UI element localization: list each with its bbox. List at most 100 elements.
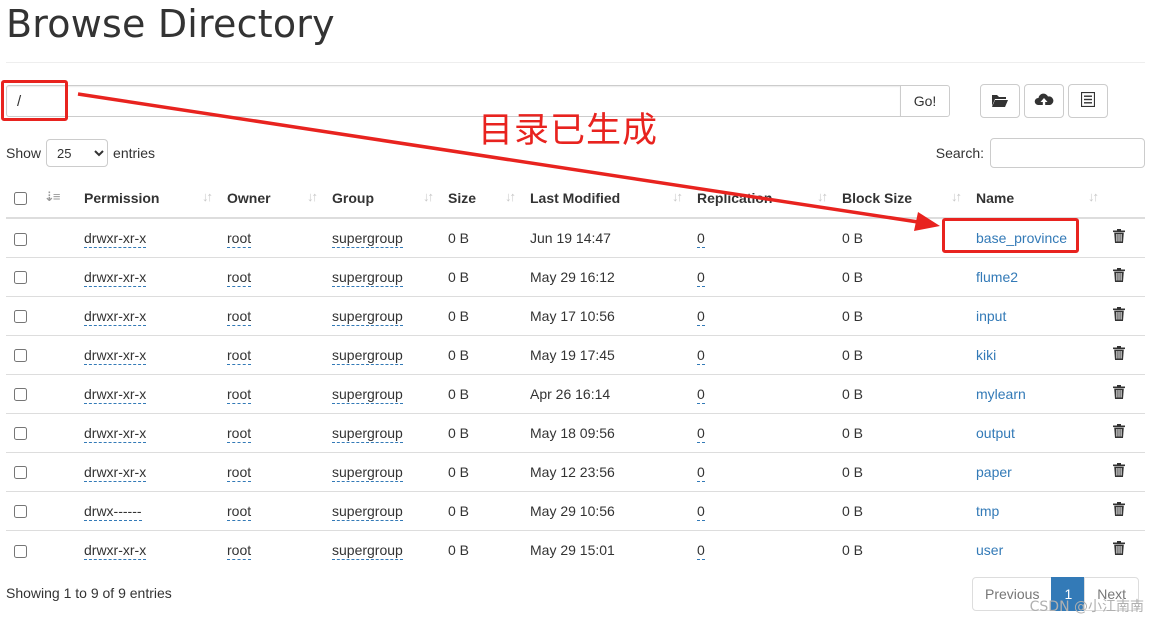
create-directory-button[interactable] [980,84,1020,118]
go-button[interactable]: Go! [900,85,950,117]
file-name-link[interactable]: flume2 [976,269,1018,285]
replication-value[interactable]: 0 [697,463,705,482]
replication-value[interactable]: 0 [697,385,705,404]
row-select-cell [6,490,36,530]
sort-icon: ↓↑ [817,189,828,204]
permission-cell: drwxr-xr-x [76,218,219,257]
entries-select[interactable]: 25 [46,139,109,167]
owner-value[interactable]: root [227,268,252,287]
size-cell: 0 B [448,229,470,246]
name-cell: user [968,529,1105,569]
replication-value[interactable]: 0 [697,346,705,365]
row-checkbox[interactable] [14,427,27,441]
annotation-text: 目录已生成 [478,111,659,151]
group-value[interactable]: supergroup [332,463,403,482]
row-checkbox[interactable] [14,349,27,363]
trash-icon[interactable] [1113,385,1125,399]
group-value[interactable]: supergroup [332,268,403,287]
row-checkbox[interactable] [14,310,27,324]
permission-value[interactable]: drwxr-xr-x [84,229,147,248]
owner-value[interactable]: root [227,424,252,443]
upload-button[interactable] [1024,84,1064,118]
column-header-owner[interactable]: Owner ↓↑ [219,178,324,219]
row-checkbox[interactable] [14,466,27,480]
trash-icon[interactable] [1113,541,1125,556]
row-checkbox[interactable] [14,544,27,558]
cut-paste-button[interactable] [1068,84,1108,118]
group-value[interactable]: supergroup [332,229,403,248]
select-all-checkbox[interactable] [14,192,27,206]
trash-icon[interactable] [1113,268,1125,282]
trash-icon[interactable] [1113,346,1125,360]
path-input[interactable] [6,85,900,117]
owner-value[interactable]: root [227,307,252,326]
file-name-link[interactable]: user [976,542,1003,558]
permission-value[interactable]: drwxr-xr-x [84,541,147,560]
trash-icon[interactable] [1113,424,1125,438]
name-cell: tmp [968,490,1105,530]
group-value[interactable]: supergroup [332,502,403,521]
search-control: Search: [936,138,1145,168]
sort-icon: ↓↑ [672,189,683,204]
search-input[interactable] [990,138,1145,168]
permission-value[interactable]: drwx------ [84,502,142,521]
column-header-group[interactable]: Group ↓↑ [324,178,440,219]
trash-icon[interactable] [1113,502,1125,516]
group-cell: supergroup [324,334,440,374]
file-name-link[interactable]: output [976,425,1015,441]
column-header-block-size[interactable]: Block Size ↓↑ [834,178,968,219]
owner-value[interactable]: root [227,385,252,404]
group-value[interactable]: supergroup [332,385,403,404]
column-header-size[interactable]: Size ↓↑ [440,178,522,219]
replication-value[interactable]: 0 [697,424,705,443]
owner-value[interactable]: root [227,463,252,482]
file-name-link[interactable]: paper [976,464,1012,480]
column-header-permission[interactable]: Permission ↓↑ [76,178,219,219]
group-value[interactable]: supergroup [332,424,403,443]
group-cell: supergroup [324,490,440,530]
owner-value[interactable]: root [227,541,252,560]
table-row: drwxr-xr-x root supergroup 0 B Apr 26 16:14 0… [6,373,1145,413]
replication-value[interactable]: 0 [697,268,705,287]
group-value[interactable]: supergroup [332,541,403,560]
column-label: Size [448,189,477,206]
row-checkbox[interactable] [14,232,27,246]
permission-value[interactable]: drwxr-xr-x [84,463,147,482]
spacer-cell [36,490,76,530]
group-value[interactable]: supergroup [332,307,403,326]
sort-header[interactable]: ⇣≡ [36,178,76,219]
replication-value[interactable]: 0 [697,502,705,521]
owner-value[interactable]: root [227,346,252,365]
permission-value[interactable]: drwxr-xr-x [84,268,147,287]
permission-value[interactable]: drwxr-xr-x [84,307,147,326]
row-checkbox[interactable] [14,505,27,519]
spacer-cell [36,451,76,491]
file-name-link[interactable]: kiki [976,347,996,363]
permission-value[interactable]: drwxr-xr-x [84,385,147,404]
delete-cell [1105,295,1145,335]
row-select-cell [6,334,36,374]
replication-value[interactable]: 0 [697,541,705,560]
file-name-link[interactable]: mylearn [976,386,1026,402]
trash-icon[interactable] [1113,307,1125,321]
row-checkbox[interactable] [14,271,27,285]
replication-cell: 0 [689,451,834,491]
show-label: Show [6,145,42,161]
column-header-replication[interactable]: Replication ↓↑ [689,178,834,219]
column-header-last-modified[interactable]: Last Modified ↓↑ [522,178,689,219]
row-checkbox[interactable] [14,388,27,402]
owner-value[interactable]: root [227,502,252,521]
trash-icon[interactable] [1113,463,1125,477]
file-name-link[interactable]: input [976,308,1006,324]
permission-value[interactable]: drwxr-xr-x [84,424,147,443]
replication-value[interactable]: 0 [697,307,705,326]
owner-value[interactable]: root [227,229,252,248]
table-info: Showing 1 to 9 of 9 entries [6,585,172,601]
trash-icon[interactable] [1113,229,1125,244]
file-name-link[interactable]: tmp [976,503,999,519]
group-cell: supergroup [324,451,440,491]
replication-value[interactable]: 0 [697,229,705,248]
column-header-name[interactable]: Name ↓↑ [968,178,1105,219]
group-value[interactable]: supergroup [332,346,403,365]
permission-value[interactable]: drwxr-xr-x [84,346,147,365]
